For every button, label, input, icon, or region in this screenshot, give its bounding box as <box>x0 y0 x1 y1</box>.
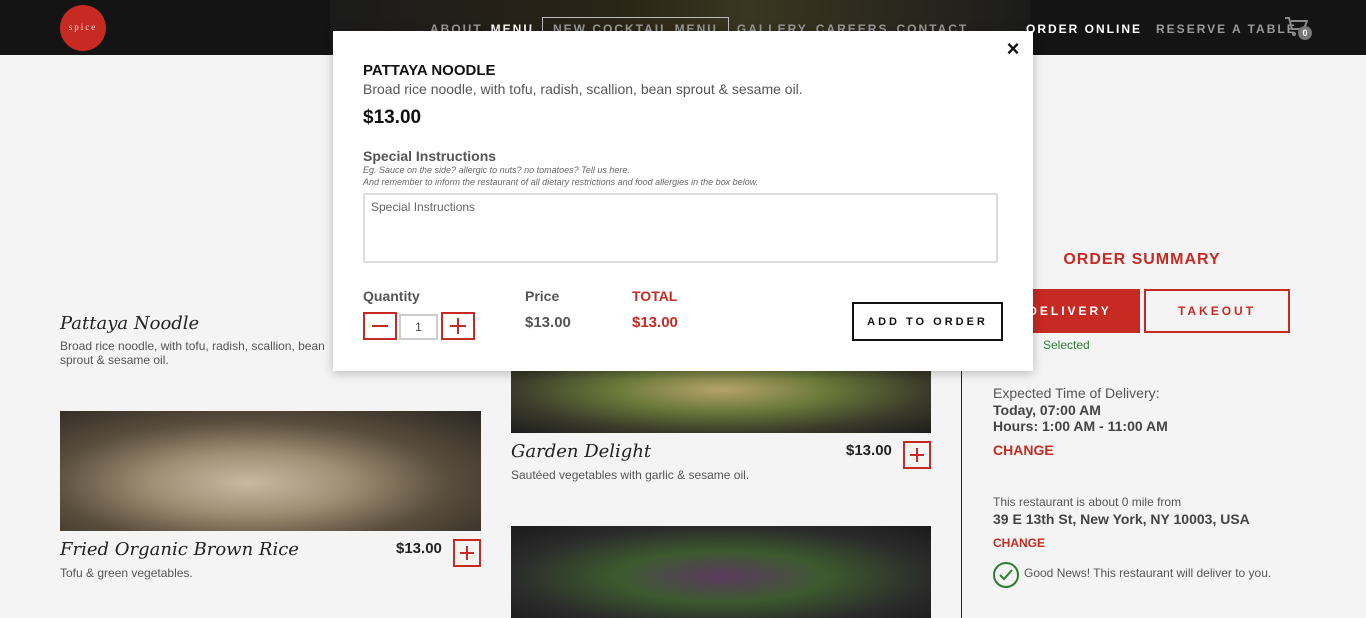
modal-item-description: Broad rice noodle, with tofu, radish, sc… <box>363 81 803 97</box>
price-label: Price <box>525 288 560 304</box>
total-label: TOTAL <box>632 288 678 304</box>
special-instructions-label: Special Instructions <box>363 148 497 164</box>
price-value: $13.00 <box>525 314 571 331</box>
special-instructions-hint: Eg. Sauce on the side? allergic to nuts?… <box>363 165 630 175</box>
allergy-reminder-hint: And remember to inform the restaurant of… <box>363 177 759 187</box>
close-icon[interactable]: × <box>1003 38 1023 60</box>
quantity-field[interactable] <box>399 314 438 340</box>
modal-item-title: PATTAYA NOODLE <box>363 62 496 79</box>
total-value: $13.00 <box>632 314 678 331</box>
decrease-quantity-button[interactable] <box>363 312 397 340</box>
item-modal: × PATTAYA NOODLE Broad rice noodle, with… <box>333 31 1033 371</box>
increase-quantity-button[interactable] <box>441 312 475 340</box>
add-to-order-button[interactable]: ADD TO ORDER <box>852 302 1003 341</box>
quantity-label: Quantity <box>363 288 420 304</box>
special-instructions-field[interactable] <box>363 193 998 263</box>
modal-item-price: $13.00 <box>363 107 422 128</box>
